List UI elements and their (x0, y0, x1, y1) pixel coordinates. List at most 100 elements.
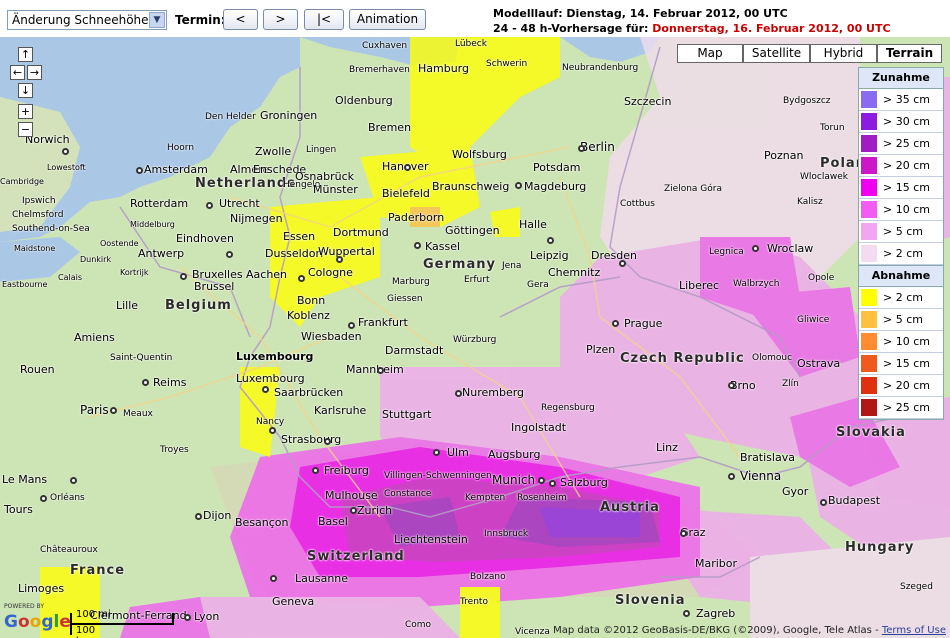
legend-label: > 15 cm (883, 357, 930, 370)
city-label: Bratislava (740, 451, 795, 464)
city-label: Kempten (465, 493, 506, 503)
city-label: Opole (808, 273, 835, 283)
prev-button[interactable]: < (223, 9, 258, 30)
city-label: Zagreb (696, 607, 736, 620)
city-label: Como (405, 620, 432, 630)
city-label: Darmstadt (385, 344, 444, 357)
scale-km: 100 km (76, 625, 96, 638)
legend-label: > 25 cm (883, 137, 930, 150)
city-label: Magdeburg (524, 180, 587, 193)
city-label: Chelmsford (12, 210, 64, 220)
city-label: Zwolle (255, 145, 292, 158)
city-label: Legnica (709, 247, 744, 257)
city-label: Zurich (357, 504, 393, 517)
city-label: Tours (4, 503, 33, 516)
city-label: Zlín (782, 379, 799, 389)
legend-label: > 2 cm (883, 247, 923, 260)
chevron-down-icon[interactable]: ▼ (149, 12, 165, 28)
city-label: Lingen (306, 145, 337, 155)
legend-row: > 25 cm (859, 397, 943, 419)
zoom-out-icon[interactable]: − (18, 122, 33, 137)
legend-swatch (861, 355, 877, 372)
city-label: Torun (820, 123, 845, 133)
city-label: Wolfsburg (452, 148, 507, 161)
country-label-austria: Austria (600, 500, 660, 515)
city-dot (195, 513, 202, 520)
zoom-in-icon[interactable]: + (18, 104, 33, 119)
city-label: Saarbrücken (274, 386, 344, 399)
google-logo[interactable]: Google (4, 612, 71, 632)
legend-swatch (861, 399, 877, 416)
city-label: Poznan (764, 149, 804, 162)
city-label: Dunkirk (80, 255, 112, 264)
city-label: Calais (58, 273, 83, 282)
country-label-hungary: Hungary (845, 540, 915, 555)
country-label-netherlands: Netherlands (195, 176, 296, 191)
city-label: Bolzano (470, 572, 506, 582)
variable-select[interactable]: Änderung Schneehöhe ▼ (7, 10, 167, 30)
maptype-satellite-button[interactable]: Satellite (743, 44, 810, 63)
city-label: Rotterdam (130, 197, 189, 210)
terms-of-use-link[interactable]: Terms of Use (882, 625, 946, 636)
city-dot (547, 237, 554, 244)
city-dot (270, 575, 277, 582)
city-label: Essen (283, 230, 316, 243)
city-label: Maidstone (14, 244, 56, 253)
first-button[interactable]: |< (304, 9, 344, 30)
legend-label: > 20 cm (883, 379, 930, 392)
city-dot (549, 480, 556, 487)
maptype-terrain-button[interactable]: Terrain (877, 44, 942, 63)
variable-select-value: Änderung Schneehöhe (12, 13, 149, 27)
city-label: Gliwice (797, 315, 830, 325)
city-dot (578, 145, 585, 152)
city-dot (298, 275, 305, 282)
city-label: Hamburg (418, 62, 469, 75)
pan-right-icon[interactable]: → (27, 65, 42, 80)
city-dot (142, 379, 149, 386)
forecast-prefix: 24 - 48 h-Vorhersage für: (493, 22, 649, 35)
country-label-france: France (70, 563, 126, 578)
city-label: Den Helder (205, 112, 256, 122)
legend-row: > 15 cm (859, 177, 943, 199)
next-button[interactable]: > (263, 9, 298, 30)
city-dot (336, 256, 343, 263)
city-dot (538, 477, 545, 484)
legend-increase-list: > 35 cm > 30 cm > 25 cm > 20 cm > 15 cm > 10 … (859, 89, 943, 265)
city-label: Erfurt (464, 275, 490, 285)
city-label: Potsdam (533, 161, 581, 174)
city-label: Cottbus (620, 199, 655, 209)
legend-row: > 20 cm (859, 375, 943, 397)
city-label: Ipswich (22, 196, 56, 206)
maptype-hybrid-button[interactable]: Hybrid (810, 44, 877, 63)
city-label: Lyon (194, 610, 220, 623)
city-dot (752, 245, 759, 252)
city-label: Berlin (580, 140, 615, 154)
city-label: Troyes (160, 445, 189, 455)
city-label: Nuremberg (462, 386, 525, 399)
maptype-map-button[interactable]: Map (677, 44, 743, 63)
powered-by-label: POWERED BY (4, 603, 45, 610)
city-label: Munich (492, 473, 536, 487)
map-canvas[interactable]: Netherlands Belgium Germany Czech Republ… (0, 37, 950, 638)
city-dot (414, 242, 421, 249)
animation-button[interactable]: Animation (349, 9, 426, 30)
city-label: Karlsruhe (314, 404, 367, 417)
city-label: Gyor (782, 485, 809, 498)
city-label: Utrecht (219, 197, 260, 210)
city-label: Wuppertal (318, 245, 375, 258)
legend-decrease-title: Abnahme (859, 265, 943, 287)
legend-label: > 2 cm (883, 291, 923, 304)
legend-swatch (861, 91, 877, 108)
pan-up-icon[interactable]: ↑ (18, 47, 33, 62)
pan-left-icon[interactable]: ← (10, 65, 25, 80)
city-label: Neubrandenburg (562, 63, 639, 73)
pan-down-icon[interactable]: ↓ (18, 83, 33, 98)
model-run-text: Modelllauf: Dienstag, 14. Februar 2012, … (493, 7, 788, 20)
legend-swatch (861, 135, 877, 152)
forecast-date: Donnerstag, 16. Februar 2012, 00 UTC (652, 22, 891, 35)
city-label: Kassel (425, 240, 461, 253)
city-label: Zielona Góra (664, 184, 722, 194)
city-label: Reims (153, 376, 187, 389)
country-label-slovenia: Slovenia (615, 593, 686, 608)
legend-label: > 25 cm (883, 401, 930, 414)
